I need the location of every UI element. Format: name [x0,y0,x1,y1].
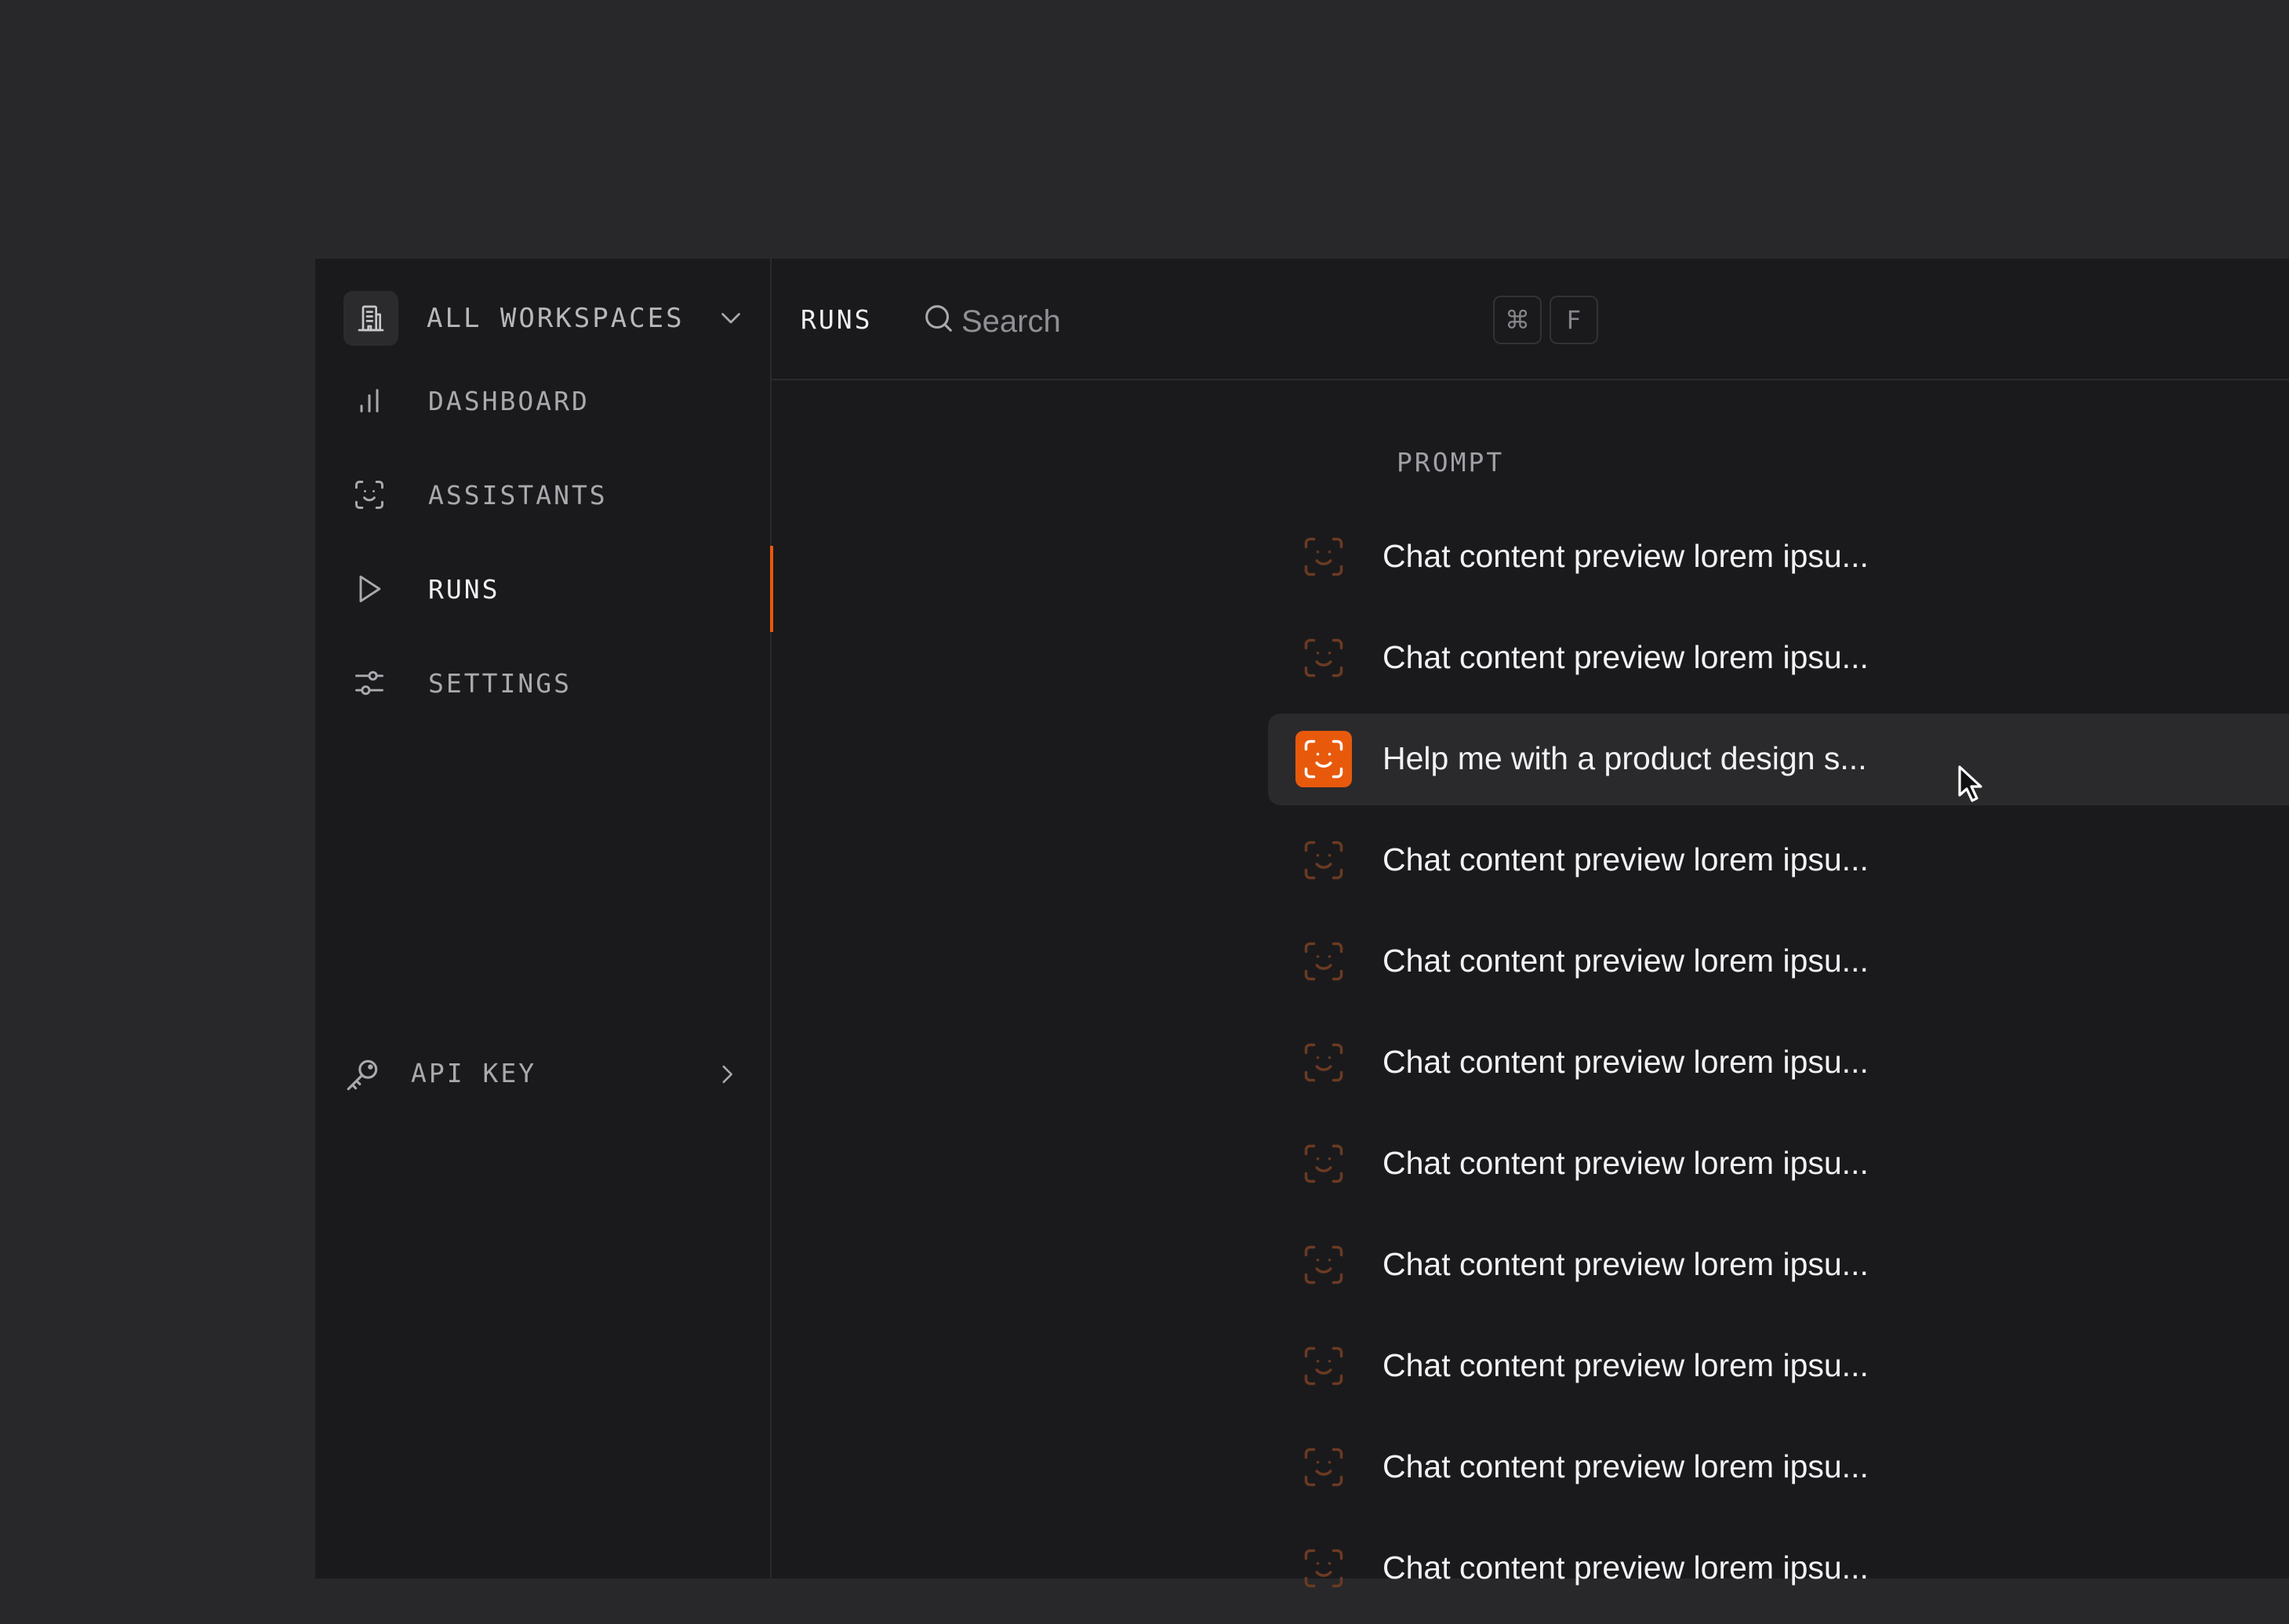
prompt-text: Chat content preview lorem ipsu... [1382,1145,1869,1181]
chevron-right-icon [714,1061,740,1092]
breadcrumb[interactable]: RUNS [801,304,872,335]
face-scan-icon [1295,1338,1352,1394]
prompt-text: Chat content preview lorem ipsu... [1382,639,1869,675]
face-scan-icon [1295,1135,1352,1192]
sidebar-item-label: ASSISTANTS [428,479,608,510]
face-scan-icon [1295,1034,1352,1091]
table-row[interactable]: Chat content preview lorem ipsu... [1268,1321,2289,1412]
mouse-cursor-icon [1957,764,1988,808]
table-row[interactable]: Chat content preview lorem ipsu... [1268,1422,2289,1513]
prompt-text: Chat content preview lorem ipsu... [1382,1246,1869,1282]
sidebar-item-assistants[interactable]: ASSISTANTS [315,460,772,530]
search-input[interactable] [960,293,1151,350]
prompt-text: Chat content preview lorem ipsu... [1382,943,1869,979]
prompt-text: Chat content preview lorem ipsu... [1382,1347,1869,1383]
table-row[interactable]: Chat content preview lorem ipsu... [1268,815,2289,906]
api-key-item[interactable]: API KEY [315,1047,772,1102]
face-scan-icon [1295,529,1352,585]
face-scan-icon [1295,1237,1352,1293]
sliders-icon [352,666,387,700]
sidebar-item-runs[interactable]: RUNS [315,546,773,632]
face-scan-icon [1295,630,1352,686]
sidebar: ALL WORKSPACES DASHBOARD ASSISTANTS RUNS… [315,259,773,1579]
table-row[interactable]: Chat content preview lorem ipsu... [1268,1118,2289,1210]
face-scan-icon [1295,832,1352,888]
prompt-text: Chat content preview lorem ipsu... [1382,538,1869,574]
sidebar-item-label: SETTINGS [428,667,572,699]
main-content: RUNS ⌘ F PROMPT Chat content preview lor… [772,259,2289,1588]
shortcut-key-f: F [1550,296,1598,344]
play-icon [352,572,387,606]
sidebar-item-label: DASHBOARD [428,385,590,416]
bar-chart-icon [352,383,387,418]
search-icon [921,300,957,340]
workspace-label: ALL WORKSPACES [427,303,685,334]
workspace-selector[interactable]: ALL WORKSPACES [343,291,745,346]
table-row[interactable]: Chat content preview lorem ipsu... [1268,1219,2289,1311]
key-icon [343,1055,383,1098]
table-row[interactable]: Chat content preview lorem ipsu... [1268,511,2289,603]
chevron-down-icon [717,303,745,336]
table-row[interactable]: Chat content preview lorem ipsu... [1268,1017,2289,1109]
face-scan-icon [352,478,387,512]
table-row[interactable]: Chat content preview lorem ipsu... [1268,612,2289,704]
table-row[interactable]: Chat content preview lorem ipsu... [1268,916,2289,1008]
api-key-label: API KEY [411,1058,537,1088]
building-icon [343,291,398,346]
face-scan-icon [1295,731,1352,787]
runs-list: Chat content preview lorem ipsu... Chat c… [1268,511,2289,1624]
prompt-text: Help me with a product design s... [1382,740,1867,776]
sidebar-item-settings[interactable]: SETTINGS [315,648,772,718]
table-row[interactable]: Chat content preview lorem ipsu... [1268,1523,2289,1615]
shortcut-key-cmd: ⌘ [1493,296,1542,344]
prompt-text: Chat content preview lorem ipsu... [1382,1448,1869,1484]
face-scan-icon [1295,933,1352,990]
face-scan-icon [1295,1540,1352,1597]
app-window: ALL WORKSPACES DASHBOARD ASSISTANTS RUNS… [315,259,2289,1588]
column-header-prompt[interactable]: PROMPT [1397,447,1504,478]
table-row[interactable]: Help me with a product design s... [1268,714,2289,805]
face-scan-icon [1295,1439,1352,1495]
top-bar: RUNS ⌘ F [772,259,2289,380]
prompt-text: Chat content preview lorem ipsu... [1382,1044,1869,1080]
prompt-text: Chat content preview lorem ipsu... [1382,1550,1869,1586]
sidebar-item-dashboard[interactable]: DASHBOARD [315,365,772,436]
sidebar-item-label: RUNS [428,573,500,605]
prompt-text: Chat content preview lorem ipsu... [1382,841,1869,877]
